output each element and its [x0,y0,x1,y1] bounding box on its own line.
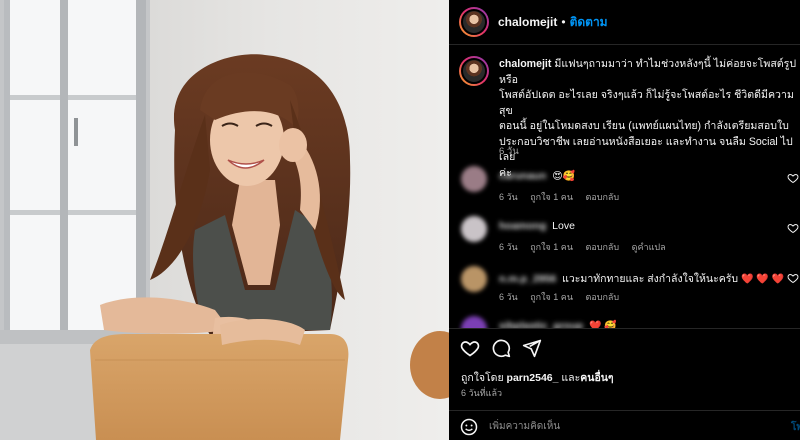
comment-emoji: 😍🥰 [552,171,576,182]
comment-translate-button[interactable]: ดูคำแปล [632,242,666,252]
comment-like-count[interactable]: ถูกใจ 1 คน [530,192,573,202]
likes-others[interactable]: คนอื่นๆ [580,372,613,384]
comment-age: 6 วัน [499,242,518,252]
comment-avatar[interactable] [461,166,487,192]
post-header: chalomejit • ติดตาม [449,0,800,45]
author-username[interactable]: chalomejit [498,15,557,29]
comment-avatar[interactable] [461,316,487,328]
comment-item: hoamong Love 6 วัน ถูกใจ 1 คน ตอบกลับ ดู… [459,216,799,262]
comment-avatar[interactable] [461,216,487,242]
comment-text: carunaun 😍🥰 [499,170,575,182]
comment-meta: 6 วัน ถูกใจ 1 คน ตอบกลับ ดูคำแปล [499,240,676,254]
likes-user[interactable]: parn2546_ [507,372,559,384]
caption-line-2: โพสต์อัปเดต อะไรเลย จริงๆแล้ว ก็ไม่รู้จะ… [499,89,794,117]
comment-username[interactable]: carunaun [499,170,546,182]
caption-age: 6 วัน [499,146,519,157]
comment-avatar[interactable] [461,266,487,292]
post-photo[interactable] [0,0,449,440]
comment-reply-button[interactable]: ตอบกลับ [586,242,620,252]
likes-summary[interactable]: ถูกใจโดย parn2546_ และคนอื่นๆ [461,369,614,386]
avatar[interactable] [459,7,489,37]
emoji-icon[interactable] [460,418,478,436]
comment-reply-button[interactable]: ตอบกลับ [586,292,620,302]
comment-emoji: ❤️ 🥰 [588,321,617,328]
post-comment-button[interactable]: โพ [791,420,800,435]
comment-heart-icon[interactable] [787,172,799,184]
comment-reply-button[interactable]: ตอบกลับ [586,192,620,202]
comment-username[interactable]: hoamong [499,220,546,232]
comment-age: 6 วัน [499,192,518,202]
heart-icon[interactable] [460,338,480,358]
comment-meta: 6 วัน ถูกใจ 1 คน ตอบกลับ [499,290,629,304]
comment-like-count[interactable]: ถูกใจ 1 คน [530,242,573,252]
comment-text: hoamong Love [499,220,575,232]
separator-dot: • [561,15,566,29]
comment-heart-icon[interactable] [787,222,799,234]
comment-item: n.m.p_2956 แวะมาทักทายและ ส่งกำลังใจให้น… [459,266,799,312]
action-bar [449,328,800,362]
comment-text: sibplastic_group ❤️ 🥰 [499,320,617,328]
comment-heart-icon[interactable] [787,272,799,284]
caption-avatar[interactable] [459,56,489,86]
share-icon[interactable] [522,338,542,358]
posted-time[interactable]: 6 วันที่แล้ว [461,386,502,400]
comment-item: carunaun 😍🥰 6 วัน ถูกใจ 1 คน ตอบกลับ [459,166,799,212]
likes-middle: และ [561,372,581,384]
caption-text: chalomejit มีแฟนๆถามมาว่า ทำไมช่วงหลังๆน… [499,57,800,181]
comment-item: sibplastic_group ❤️ 🥰 [459,316,799,328]
caption-line-3: ตอนนี้ อยู่ในโหมดสงบ เรียน (แพทย์แผนไทย)… [499,120,789,132]
post-sidebar: chalomejit • ติดตาม chalomejit มีแฟนๆถาม… [449,0,800,440]
post-image [0,0,449,440]
comment-composer: โพ [449,410,800,440]
comment-age: 6 วัน [499,292,518,302]
comment-username[interactable]: n.m.p_2956 [499,273,556,285]
follow-button[interactable]: ติดตาม [570,13,608,32]
comment-like-count[interactable]: ถูกใจ 1 คน [530,292,573,302]
comment-body: Love [552,220,575,232]
comment-username[interactable]: sibplastic_group [499,320,583,328]
comment-input[interactable] [489,416,749,436]
comment-text: n.m.p_2956 แวะมาทักทายและ ส่งกำลังใจให้น… [499,270,784,287]
caption-username[interactable]: chalomejit [499,58,551,70]
comment-icon[interactable] [491,338,511,358]
comments-scroll-area[interactable]: chalomejit มีแฟนๆถามมาว่า ทำไมช่วงหลังๆน… [449,46,800,328]
comment-body: แวะมาทักทายและ ส่งกำลังใจให้นะครับ [562,273,739,285]
caption-line-4: ประกอบวิชาชีพ เลยอ่านหนังสือเยอะ และทำงา… [499,135,793,164]
comment-meta: 6 วัน ถูกใจ 1 คน ตอบกลับ [499,190,629,204]
comment-emoji: ❤️ ❤️ ❤️ [741,274,784,285]
likes-prefix: ถูกใจโดย [461,372,504,384]
